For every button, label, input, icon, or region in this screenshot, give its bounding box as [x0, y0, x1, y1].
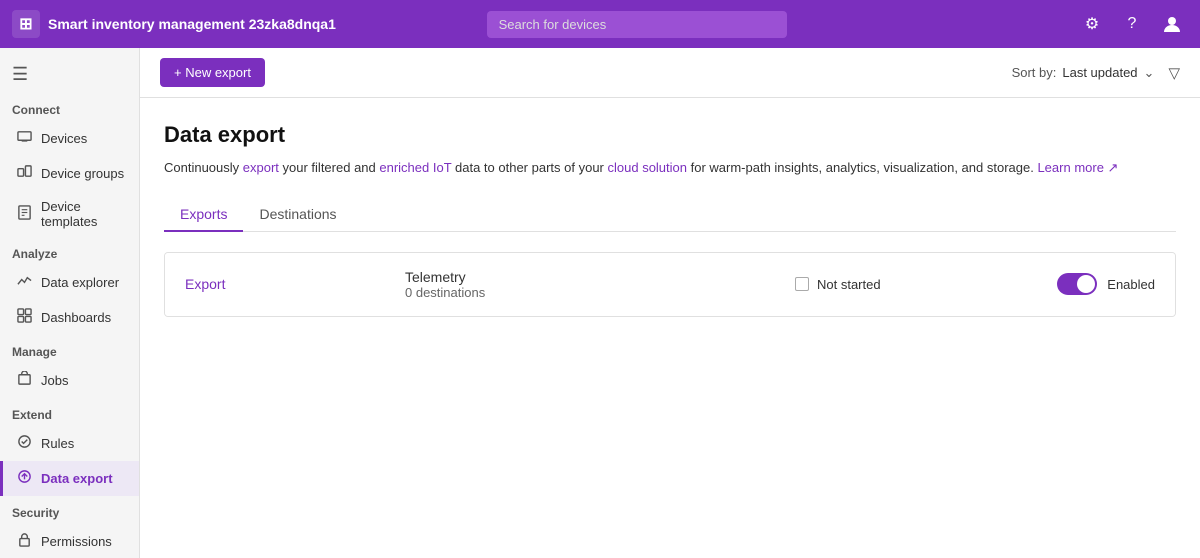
sidebar-label-rules: Rules	[41, 436, 74, 451]
section-manage: Manage	[0, 335, 139, 363]
hamburger-icon[interactable]: ☰	[0, 56, 139, 93]
sidebar-item-permissions[interactable]: Permissions	[0, 524, 139, 558]
permissions-icon	[15, 532, 33, 551]
help-icon[interactable]: ?	[1116, 8, 1148, 40]
app-logo: ⊞ Smart inventory management 23zka8dnqa1	[12, 10, 336, 38]
sidebar-item-data-export[interactable]: Data export	[0, 461, 139, 496]
page-content: Data export Continuously export your fil…	[140, 98, 1200, 558]
topbar-icons: ⚙ ?	[1076, 8, 1188, 40]
settings-icon[interactable]: ⚙	[1076, 8, 1108, 40]
dashboards-icon	[15, 308, 33, 327]
devices-icon	[15, 129, 33, 148]
tab-exports[interactable]: Exports	[164, 198, 243, 232]
jobs-icon	[15, 371, 33, 390]
page-description: Continuously export your filtered and en…	[164, 158, 1176, 178]
new-export-button[interactable]: + New export	[160, 58, 265, 87]
status-checkbox[interactable]	[795, 277, 809, 291]
tabs: Exports Destinations	[164, 198, 1176, 232]
main-content: + New export Sort by: Last updated ⌄ ▽ D…	[140, 48, 1200, 558]
section-extend: Extend	[0, 398, 139, 426]
cloud-solution-link[interactable]: cloud solution	[608, 160, 688, 175]
sort-chevron-icon[interactable]: ⌄	[1144, 65, 1155, 81]
export-toggle-cell: Enabled	[995, 273, 1155, 295]
section-security: Security	[0, 496, 139, 524]
sidebar-item-devices[interactable]: Devices	[0, 121, 139, 156]
status-label: Not started	[817, 277, 881, 292]
sidebar-label-data-explorer: Data explorer	[41, 275, 119, 290]
sidebar-label-devices: Devices	[41, 131, 87, 146]
device-groups-icon	[15, 164, 33, 183]
sidebar-item-data-explorer[interactable]: Data explorer	[0, 265, 139, 300]
page-title: Data export	[164, 122, 1176, 148]
learn-more-link[interactable]: Learn more ↗	[1037, 160, 1118, 175]
new-export-label: + New export	[174, 65, 251, 80]
export-link[interactable]: export	[243, 160, 279, 175]
user-icon[interactable]	[1156, 8, 1188, 40]
logo-icon: ⊞	[12, 10, 40, 38]
sidebar-item-jobs[interactable]: Jobs	[0, 363, 139, 398]
sidebar-label-jobs: Jobs	[41, 373, 68, 388]
topbar: ⊞ Smart inventory management 23zka8dnqa1…	[0, 0, 1200, 48]
enabled-label: Enabled	[1107, 277, 1155, 292]
tab-destinations[interactable]: Destinations	[243, 198, 352, 232]
sidebar-label-device-groups: Device groups	[41, 166, 124, 181]
export-telemetry-cell: Telemetry 0 destinations	[405, 269, 775, 300]
data-export-icon	[15, 469, 33, 488]
telemetry-label: Telemetry	[405, 269, 775, 285]
export-name-link[interactable]: Export	[185, 276, 225, 292]
data-explorer-icon	[15, 273, 33, 292]
sort-by-control: Sort by: Last updated ⌄ ▽	[1012, 64, 1180, 82]
search-input[interactable]	[487, 11, 787, 38]
toolbar: + New export Sort by: Last updated ⌄ ▽	[140, 48, 1200, 98]
sidebar-item-dashboards[interactable]: Dashboards	[0, 300, 139, 335]
layout: ☰ Connect Devices Device groups Device t…	[0, 48, 1200, 558]
enriched-iot-link[interactable]: enriched IoT	[379, 160, 451, 175]
sidebar: ☰ Connect Devices Device groups Device t…	[0, 48, 140, 558]
sidebar-item-rules[interactable]: Rules	[0, 426, 139, 461]
enabled-toggle[interactable]	[1057, 273, 1097, 295]
table-row: Export Telemetry 0 destinations Not star…	[165, 253, 1175, 316]
export-list: Export Telemetry 0 destinations Not star…	[164, 252, 1176, 317]
sidebar-label-dashboards: Dashboards	[41, 310, 111, 325]
sidebar-label-data-export: Data export	[41, 471, 113, 486]
sort-prefix: Sort by:	[1012, 65, 1057, 80]
filter-icon[interactable]: ▽	[1168, 64, 1180, 82]
search-container	[487, 11, 787, 38]
sidebar-item-device-groups[interactable]: Device groups	[0, 156, 139, 191]
destinations-count: 0 destinations	[405, 285, 775, 300]
section-analyze: Analyze	[0, 237, 139, 265]
sidebar-label-permissions: Permissions	[41, 534, 112, 549]
sidebar-label-device-templates: Device templates	[41, 199, 127, 229]
sidebar-item-device-templates[interactable]: Device templates	[0, 191, 139, 237]
device-templates-icon	[15, 205, 33, 224]
export-status-cell: Not started	[795, 277, 975, 292]
sort-value[interactable]: Last updated	[1062, 65, 1137, 80]
section-connect: Connect	[0, 93, 139, 121]
app-title: Smart inventory management 23zka8dnqa1	[48, 16, 336, 32]
export-name-cell: Export	[185, 276, 385, 292]
rules-icon	[15, 434, 33, 453]
